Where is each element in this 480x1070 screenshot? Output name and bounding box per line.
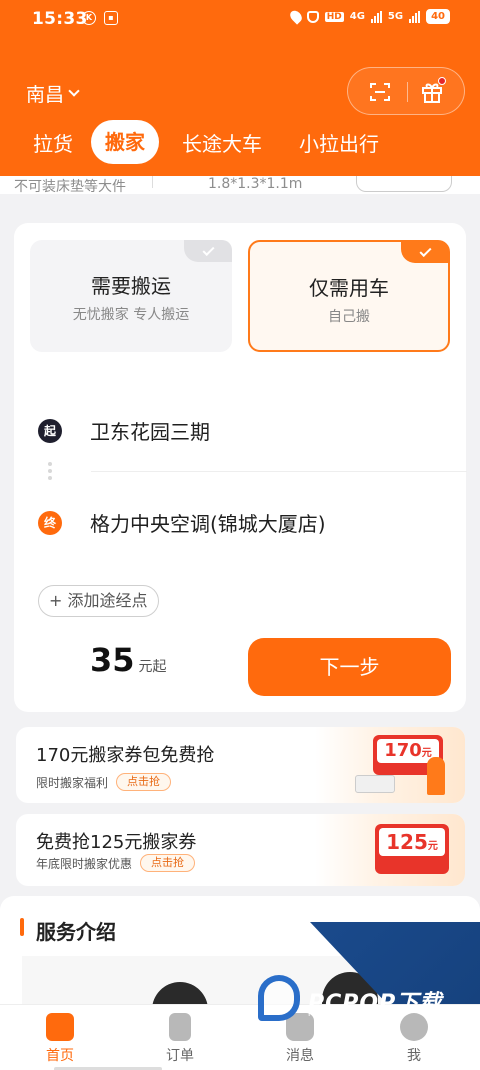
end-badge: 终 — [38, 510, 62, 535]
status-time: 15:33 — [32, 9, 88, 29]
hd-badge: HD — [324, 11, 344, 22]
coupon-value: 125元 — [379, 828, 445, 856]
truck-illustration — [355, 775, 395, 793]
p-logo-icon — [258, 975, 300, 1021]
tab-cargo[interactable]: 拉货 — [33, 122, 73, 166]
route-connector — [47, 459, 53, 489]
watermark-logo: PCPOP下载 PCPOP Download — [258, 975, 458, 1025]
order-card: 需要搬运 无忧搬家 专人搬运 仅需用车 自己搬 起 卫东花园三期 终 格力中央空… — [14, 223, 467, 712]
mover-illustration — [427, 757, 445, 795]
option-subtitle: 无忧搬家 专人搬运 — [72, 307, 190, 323]
watermark-subtext: PCPOP Download — [308, 1009, 377, 1018]
promo-illustration: 170元 — [315, 727, 465, 803]
coupon-graphic: 125元 — [375, 824, 449, 874]
top-header: 15:33 K ▪ HD 4G 5G 40 南昌 拉货 搬家 长途大车 小拉出行 — [0, 0, 480, 176]
add-waypoint-button[interactable]: + 添加途经点 — [38, 585, 159, 617]
nav-label: 订单 — [166, 1048, 194, 1064]
end-address[interactable]: 终 格力中央空调(锦城大厦店) — [38, 508, 326, 537]
signal-icon — [370, 10, 382, 23]
nav-label: 我 — [407, 1048, 421, 1064]
vehicle-size: 1.8*1.3*1.1m — [208, 176, 303, 192]
price-amount: 35 — [90, 641, 135, 679]
nav-label: 消息 — [286, 1048, 314, 1064]
price-display: 35 元起 — [90, 641, 167, 679]
address-divider — [91, 471, 467, 472]
mute-icon — [306, 10, 319, 23]
start-address[interactable]: 起 卫东花园三期 — [38, 416, 210, 445]
scan-icon[interactable] — [368, 80, 392, 104]
promo-subtitle: 年底限时搬家优惠 — [36, 856, 133, 871]
start-address-text: 卫东花园三期 — [90, 420, 210, 444]
header-divider — [407, 82, 408, 102]
status-right: HD 4G 5G 40 — [287, 8, 450, 25]
option-need-porter[interactable]: 需要搬运 无忧搬家 专人搬运 — [30, 240, 232, 352]
tab-long-distance[interactable]: 长途大车 — [182, 122, 262, 166]
vehicle-note: 不可装床垫等大件 — [14, 179, 126, 195]
option-subtitle: 自己搬 — [328, 309, 370, 325]
check-icon — [418, 244, 432, 257]
nav-orders[interactable]: 订单 — [140, 1013, 220, 1065]
header-actions — [347, 67, 465, 115]
network-5g: 5G — [387, 11, 404, 22]
truck-icon — [46, 1013, 74, 1041]
location-icon — [287, 8, 304, 25]
option-title: 需要搬运 — [91, 274, 171, 298]
city-selector[interactable]: 南昌 — [26, 80, 80, 107]
bus-app-icon: ▪ — [104, 11, 118, 25]
option-check-corner — [401, 241, 449, 263]
service-intro-heading: 服务介绍 — [36, 920, 116, 944]
peek-divider — [152, 174, 153, 188]
city-label: 南昌 — [26, 84, 65, 106]
promo-title: 170元搬家券包免费抢 — [36, 745, 215, 766]
promo-subtitle-row: 限时搬家福利 点击抢 — [36, 773, 172, 791]
option-check-corner — [184, 240, 232, 262]
notification-dot — [438, 77, 446, 85]
service-tabs: 拉货 搬家 长途大车 小拉出行 — [0, 118, 480, 168]
tab-ride[interactable]: 小拉出行 — [299, 122, 379, 166]
signal-icon-2 — [409, 10, 421, 23]
network-4g: 4G — [349, 11, 365, 22]
battery-icon: 40 — [426, 9, 450, 24]
promo-cta[interactable]: 点击抢 — [116, 773, 172, 791]
status-bar: 15:33 K ▪ HD 4G 5G 40 — [0, 0, 480, 38]
order-icon — [169, 1013, 191, 1041]
promo-banner-2[interactable]: 免费抢125元搬家券 年底限时搬家优惠 点击抢 125元 — [16, 814, 465, 886]
k-app-icon: K — [82, 11, 96, 25]
nav-home[interactable]: 首页 — [20, 1013, 100, 1065]
promo-illustration: 125元 — [315, 814, 465, 886]
app-root: 15:33 K ▪ HD 4G 5G 40 南昌 拉货 搬家 长途大车 小拉出行… — [0, 0, 480, 1070]
option-title: 仅需用车 — [309, 276, 389, 300]
promo-banner-1[interactable]: 170元搬家券包免费抢 限时搬家福利 点击抢 170元 — [16, 727, 465, 803]
tab-moving[interactable]: 搬家 — [91, 120, 159, 164]
price-unit: 元起 — [138, 659, 167, 675]
next-step-button[interactable]: 下一步 — [248, 638, 451, 696]
section-accent — [20, 918, 24, 936]
promo-cta[interactable]: 点击抢 — [140, 854, 196, 872]
promo-title: 免费抢125元搬家券 — [36, 832, 197, 853]
chevron-down-icon — [68, 85, 80, 97]
promo-subtitle-row: 年底限时搬家优惠 点击抢 — [36, 854, 196, 872]
end-address-text: 格力中央空调(锦城大厦店) — [90, 512, 326, 536]
promo-subtitle: 限时搬家福利 — [36, 775, 109, 790]
check-icon — [201, 243, 215, 256]
nav-label: 首页 — [46, 1048, 74, 1064]
option-vehicle-only[interactable]: 仅需用车 自己搬 — [248, 240, 450, 352]
start-badge: 起 — [38, 418, 62, 443]
